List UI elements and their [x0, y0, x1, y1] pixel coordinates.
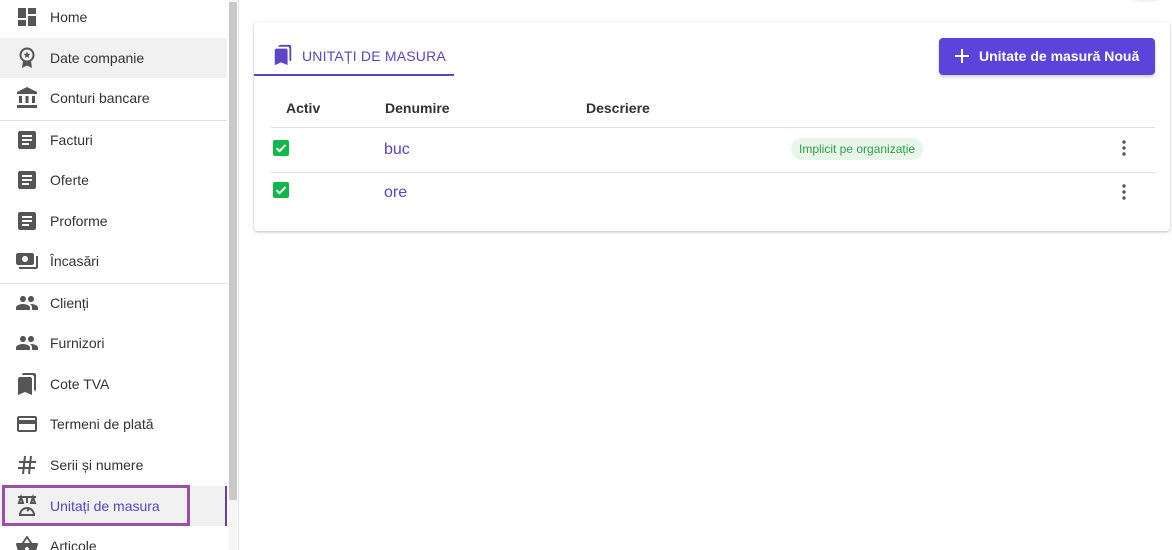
sidebar-item-label: Serii și numere [50, 457, 144, 473]
sidebar-item-label: Termeni de plată [50, 416, 154, 432]
sidebar-item-label: Furnizori [50, 335, 105, 351]
hashtag-icon [15, 453, 39, 477]
credit-card-icon [15, 412, 39, 436]
unit-name-link[interactable]: buc [384, 141, 410, 159]
people-icon [15, 291, 39, 315]
sidebar-item-label: Cote TVA [50, 376, 110, 392]
sidebar-scrollbar-thumb[interactable] [229, 2, 237, 500]
more-vert-icon[interactable] [1116, 182, 1132, 202]
top-right-avatar-edge [1130, 0, 1160, 2]
sidebar-item-unitati-de-masura[interactable]: Unitați de masura [0, 486, 227, 526]
sidebar-item-serii-si-numere[interactable]: Serii și numere [0, 445, 227, 485]
active-checkbox[interactable] [273, 140, 289, 156]
units-card: UNITAȚI DE MASURA Unitate de masură Nouă… [254, 22, 1170, 231]
document-icon [15, 209, 39, 233]
new-unit-button-label: Unitate de masură Nouă [979, 48, 1140, 64]
default-badge: Implicit pe organizație [791, 138, 924, 160]
dashboard-icon [15, 5, 39, 29]
bookmarks-icon [272, 43, 294, 67]
people-icon [15, 331, 39, 355]
sidebar-item-label: Articole [50, 538, 97, 550]
sidebar-item-label: Unitați de masura [50, 498, 160, 514]
column-header-activ[interactable]: Activ [286, 100, 320, 116]
table-header-divider [271, 127, 1155, 128]
sidebar-item-articole[interactable]: Articole [0, 526, 227, 550]
unit-name-link[interactable]: ore [384, 184, 407, 202]
basket-icon [15, 534, 39, 550]
sidebar-item-label: Facturi [50, 132, 93, 148]
column-header-descriere[interactable]: Descriere [586, 100, 650, 116]
tab-label: UNITAȚI DE MASURA [302, 48, 446, 64]
plus-icon [953, 47, 971, 65]
sidebar-item-oferte[interactable]: Oferte [0, 160, 227, 200]
sidebar-item-label: Conturi bancare [50, 90, 150, 106]
tab-unitati-de-masura[interactable]: UNITAȚI DE MASURA [254, 38, 454, 76]
sidebar-item-furnizori[interactable]: Furnizori [0, 323, 227, 363]
sidebar-item-date-companie[interactable]: Date companie [0, 38, 227, 78]
bookmarks-icon [15, 372, 39, 396]
sidebar-item-facturi[interactable]: Facturi [0, 120, 227, 160]
sidebar-item-label: Proforme [50, 213, 108, 229]
sidebar-item-label: Oferte [50, 172, 89, 188]
sidebar-item-conturi-bancare[interactable]: Conturi bancare [0, 78, 227, 118]
sidebar-item-cote-tva[interactable]: Cote TVA [0, 364, 227, 404]
sidebar-item-label: Clienți [50, 295, 89, 311]
more-vert-icon[interactable] [1116, 138, 1132, 158]
bank-icon [15, 86, 39, 110]
sidebar-item-proforme[interactable]: Proforme [0, 201, 227, 241]
sidebar-item-termeni-de-plata[interactable]: Termeni de plată [0, 404, 227, 444]
payments-icon [15, 249, 39, 273]
sidebar: Home Date companie Conturi bancare Factu… [0, 0, 239, 550]
column-header-denumire[interactable]: Denumire [385, 100, 450, 116]
sidebar-item-label: Încasări [50, 253, 100, 269]
document-icon [15, 168, 39, 192]
table-row-divider [271, 172, 1155, 173]
sidebar-item-home[interactable]: Home [0, 0, 227, 37]
sidebar-item-label: Date companie [50, 50, 145, 66]
scale-icon [15, 494, 39, 518]
new-unit-button[interactable]: Unitate de masură Nouă [939, 38, 1155, 75]
document-icon [15, 128, 39, 152]
sidebar-item-label: Home [50, 9, 88, 25]
sidebar-item-incasari[interactable]: Încasări [0, 241, 227, 281]
active-checkbox[interactable] [273, 182, 289, 198]
sidebar-item-clienti[interactable]: Clienți [0, 283, 227, 323]
award-icon [15, 46, 39, 70]
